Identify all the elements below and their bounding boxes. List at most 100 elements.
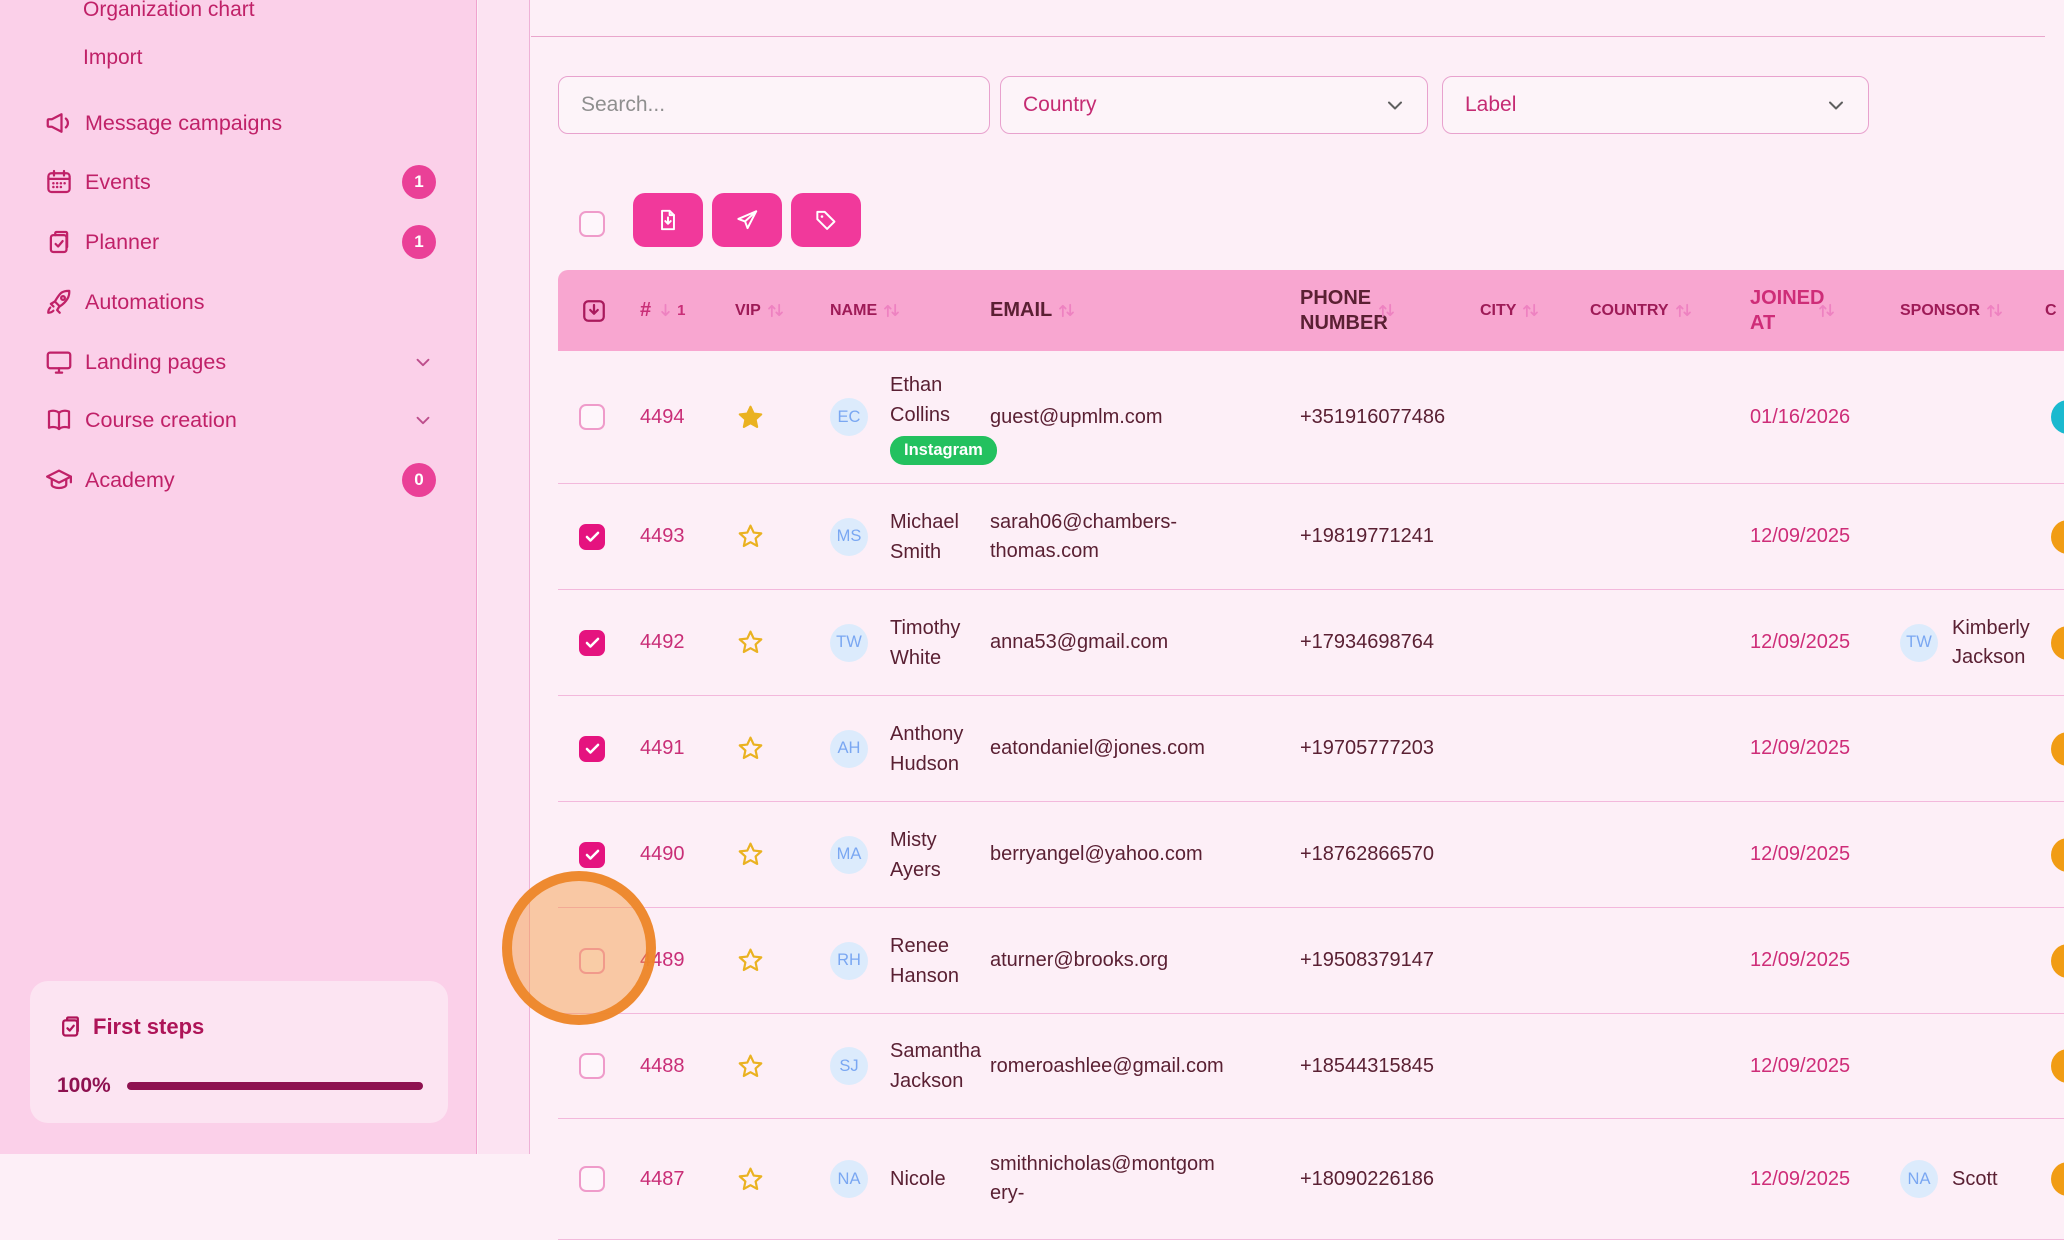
row-id-link[interactable]: 4494 — [640, 406, 685, 429]
column-label: # — [640, 298, 651, 323]
column-label: VIP — [735, 301, 761, 321]
contact-avatar: AH — [830, 730, 868, 768]
table-row-4492: 4492TWTimothy Whiteanna53@gmail.com+1793… — [558, 590, 2064, 696]
row-id-link[interactable]: 4488 — [640, 1055, 685, 1078]
row-checkbox[interactable] — [579, 524, 605, 550]
sidebar-item-planner[interactable]: Planner1 — [44, 225, 448, 259]
column-header-phone[interactable]: PHONE NUMBER — [1300, 270, 1480, 351]
contact-phone: +19705777203 — [1300, 737, 1480, 760]
row-id-link[interactable]: 4487 — [640, 1168, 685, 1191]
vip-star-filled-icon[interactable] — [735, 402, 766, 433]
graduation-cap-icon — [44, 465, 74, 495]
column-label: C — [2045, 301, 2057, 321]
search-input[interactable] — [558, 76, 990, 134]
row-id-link[interactable]: 4491 — [640, 737, 685, 760]
vip-star-outline-icon[interactable] — [735, 1051, 766, 1082]
clipboard-check-icon — [57, 1013, 84, 1040]
sidebar-item-course-creation[interactable]: Course creation — [44, 403, 448, 437]
vip-star-outline-icon[interactable] — [735, 839, 766, 870]
contact-name: Nicole — [890, 1164, 946, 1194]
check-icon — [583, 527, 602, 546]
count-badge: 0 — [402, 463, 436, 497]
tag-icon — [813, 207, 839, 233]
row-checkbox[interactable] — [579, 1053, 605, 1079]
send-message-button[interactable] — [712, 193, 782, 247]
contact-name: Timothy White — [890, 613, 990, 673]
sidebar-item-events[interactable]: Events1 — [44, 165, 448, 199]
vip-star-outline-icon[interactable] — [735, 945, 766, 976]
status-dot — [2051, 1162, 2064, 1196]
sidebar-item-automations[interactable]: Automations — [44, 285, 448, 319]
contact-phone: +18762866570 — [1300, 843, 1480, 866]
row-checkbox[interactable] — [579, 736, 605, 762]
sidebar-item-academy[interactable]: Academy0 — [44, 463, 448, 497]
column-label: PHONE NUMBER — [1300, 286, 1372, 336]
search-box — [558, 76, 990, 134]
column-header-city[interactable]: CITY — [1480, 270, 1590, 351]
column-header-sponsor[interactable]: SPONSOR — [1900, 270, 2045, 351]
row-checkbox[interactable] — [579, 630, 605, 656]
vip-star-outline-icon[interactable] — [735, 521, 766, 552]
column-header-country[interactable]: COUNTRY — [1590, 270, 1750, 351]
joined-date: 12/09/2025 — [1750, 1168, 1900, 1191]
sidebar-subitem-organization-chart[interactable]: Organization chart — [83, 0, 255, 22]
contact-name: Misty Ayers — [890, 825, 990, 885]
rocket-icon — [44, 287, 74, 317]
file-download-icon — [655, 207, 681, 233]
count-badge: 1 — [402, 225, 436, 259]
sidebar-subitem-import[interactable]: Import — [83, 46, 143, 70]
column-label: JOINED AT — [1750, 286, 1812, 336]
sidebar-item-message-campaigns[interactable]: Message campaigns — [44, 106, 448, 140]
label-filter-select[interactable]: Label — [1442, 76, 1869, 134]
calendar-icon — [44, 167, 74, 197]
column-header-name[interactable]: NAME — [830, 270, 990, 351]
row-id-link[interactable]: 4492 — [640, 631, 685, 654]
table-row-4489: 4489RHRenee Hansonaturner@brooks.org+195… — [558, 908, 2064, 1014]
contacts-table: #1 VIP NAMEEMAILPHONE NUMBER CITY COUNTRYJOI… — [558, 270, 2064, 1240]
sidebar-item-landing-pages[interactable]: Landing pages — [44, 345, 448, 379]
column-header-joined[interactable]: JOINED AT — [1750, 270, 1900, 351]
column-header-extra: C — [2045, 270, 2064, 351]
sidebar-item-label: Course creation — [85, 408, 412, 433]
column-label: CITY — [1480, 301, 1516, 321]
contact-name: Ethan Collins — [890, 370, 990, 430]
sort-icon — [881, 300, 902, 321]
sort-icon — [1520, 300, 1541, 321]
contact-email: smithnicholas@montgomery- — [990, 1150, 1300, 1208]
sort-icon — [1673, 300, 1694, 321]
progress-percent: 100% — [57, 1074, 127, 1098]
joined-date: 12/09/2025 — [1750, 525, 1900, 548]
contact-email: anna53@gmail.com — [990, 628, 1300, 657]
table-body: 4494ECEthan CollinsInstagramguest@upmlm.… — [558, 351, 2064, 1240]
status-dot — [2051, 944, 2064, 978]
tag-button[interactable] — [791, 193, 861, 247]
country-filter-select[interactable]: Country — [1000, 76, 1428, 134]
row-checkbox[interactable] — [579, 1166, 605, 1192]
column-header-email[interactable]: EMAIL — [990, 270, 1300, 351]
vip-star-outline-icon[interactable] — [735, 627, 766, 658]
row-id-link[interactable]: 4493 — [640, 525, 685, 548]
sort-icon — [765, 300, 786, 321]
column-header-id[interactable]: #1 — [640, 270, 720, 351]
vip-star-outline-icon[interactable] — [735, 733, 766, 764]
select-all-checkbox[interactable] — [579, 211, 605, 237]
status-dot — [2051, 400, 2064, 434]
table-row-4493: 4493MSMichael Smithsarah06@chambers-thom… — [558, 484, 2064, 590]
row-checkbox[interactable] — [579, 842, 605, 868]
download-tray-icon — [579, 296, 609, 326]
contact-phone: +19819771241 — [1300, 525, 1480, 548]
contact-avatar: TW — [830, 624, 868, 662]
sidebar: Organization chart Import Message campaign… — [0, 0, 477, 1154]
table-row-4488: 4488SJSamantha Jacksonromeroashlee@gmail… — [558, 1014, 2064, 1119]
row-id-link[interactable]: 4489 — [640, 949, 685, 972]
column-header-vip[interactable]: VIP — [720, 270, 830, 351]
row-checkbox[interactable] — [579, 948, 605, 974]
first-steps-card[interactable]: First steps 100% — [30, 981, 448, 1123]
vip-star-outline-icon[interactable] — [735, 1164, 766, 1195]
check-icon — [583, 845, 602, 864]
export-file-button[interactable] — [633, 193, 703, 247]
row-id-link[interactable]: 4490 — [640, 843, 685, 866]
column-header-select[interactable] — [558, 270, 640, 351]
row-checkbox[interactable] — [579, 404, 605, 430]
sort-icon — [1816, 300, 1837, 321]
